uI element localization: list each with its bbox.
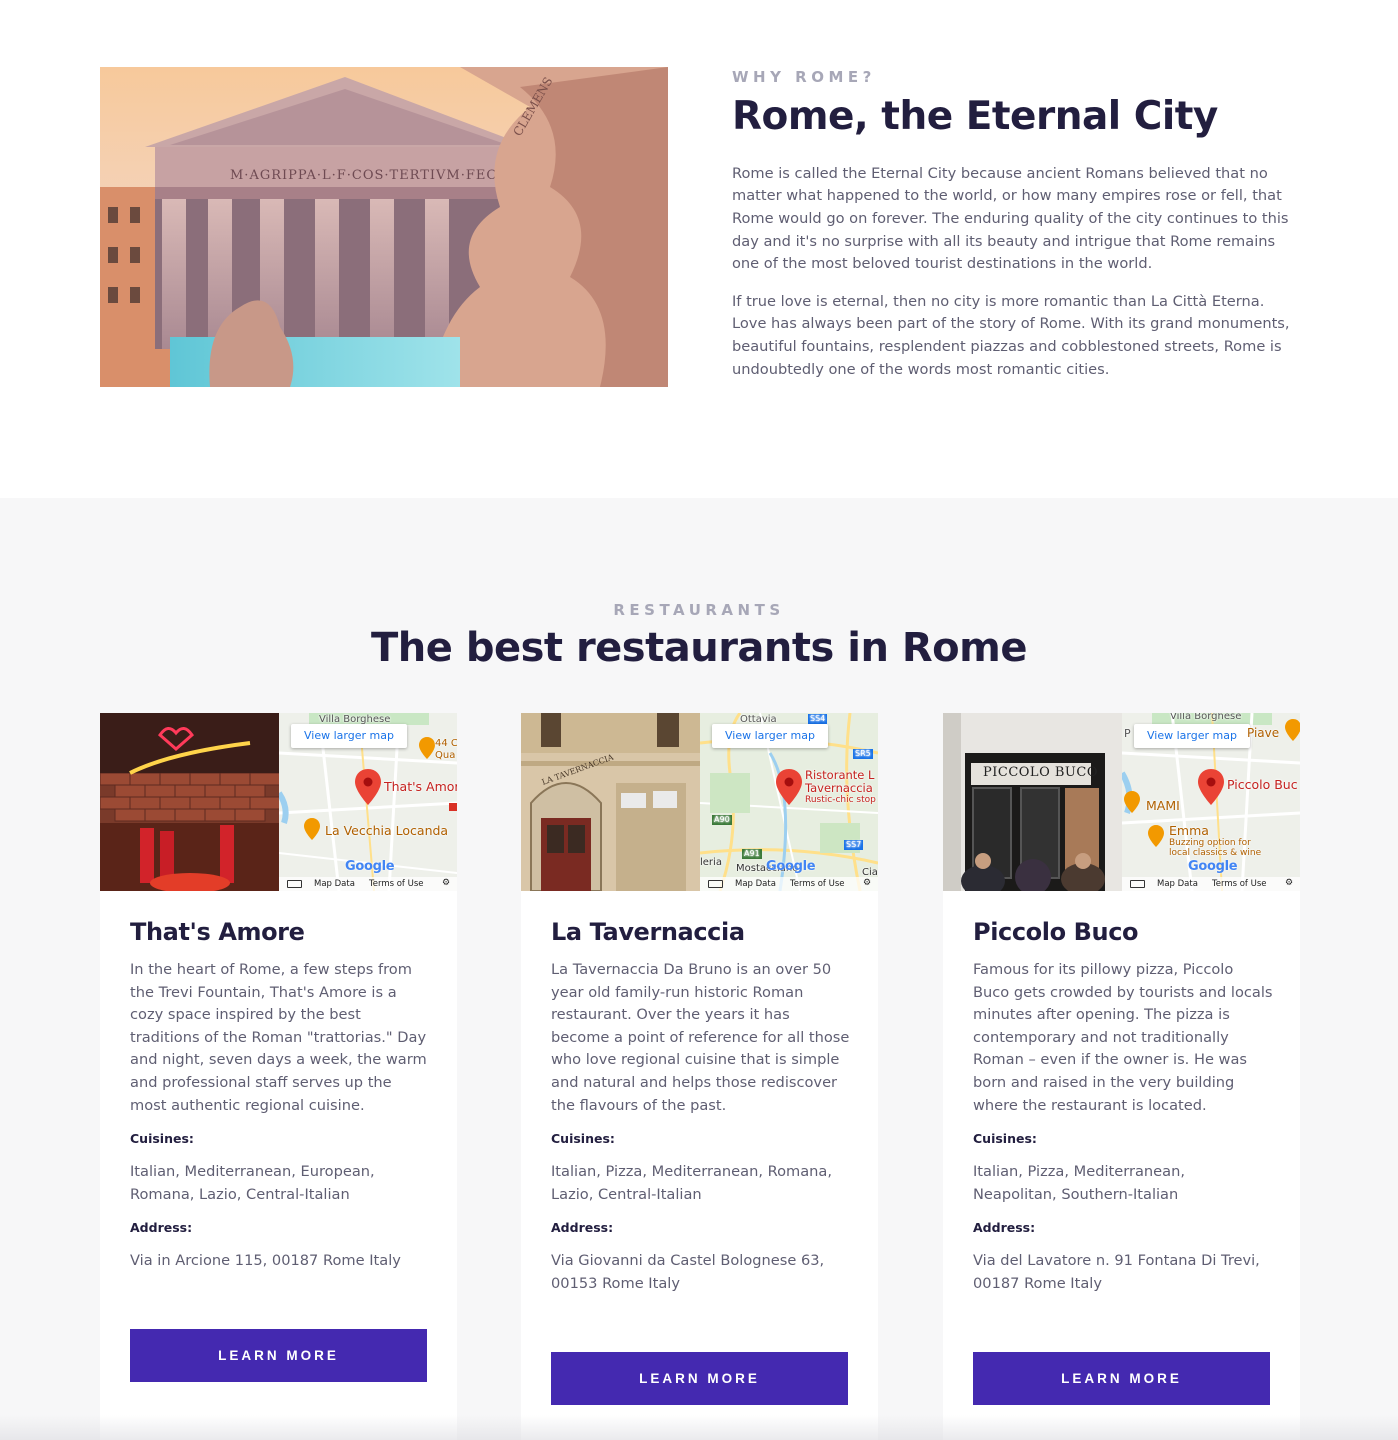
map-footer: Map Data Terms of Use ⚙ [1122, 877, 1300, 891]
cuisines-value: Italian, Pizza, Mediterranean, Romana, L… [551, 1163, 833, 1203]
restaurant-description: In the heart of Rome, a few steps from t… [130, 961, 427, 1114]
address-label: Address: [130, 1220, 193, 1236]
restaurant-sign: PICCOLO BUCO [983, 765, 1098, 780]
map-data-link[interactable]: Map Data [1157, 879, 1198, 889]
restaurant-photo: LA TAVERNACCIA [521, 713, 700, 891]
map-poi-label: MAMI [1146, 798, 1180, 813]
map-data-link[interactable]: Map Data [314, 879, 355, 889]
google-logo: Google [1188, 859, 1238, 874]
restaurant-map[interactable]: Ottavia SS4 SR5 A90 A91 SS7 View larger … [700, 713, 878, 891]
card-body: That's Amore In the heart of Rome, a few… [130, 917, 430, 1273]
map-pin-icon[interactable] [355, 769, 381, 809]
map-pin-label: Piccolo Buc [1227, 777, 1298, 792]
map-pin-label: Ristorante L [805, 768, 875, 782]
map-place-label: P [1124, 727, 1131, 740]
view-larger-map-link[interactable]: View larger map [291, 724, 407, 748]
map-poi-label: Qua [435, 750, 456, 761]
google-logo: Google [345, 859, 395, 874]
card-body: Piccolo Buco Famous for its pillowy pizz… [973, 917, 1273, 1296]
keyboard-icon[interactable] [708, 880, 723, 888]
restaurant-map[interactable]: Villa Borghese View larger map That's Am… [279, 713, 457, 891]
map-place-label: leria [700, 857, 722, 868]
road-shield: A90 [712, 815, 732, 825]
restaurant-poi-icon [1148, 825, 1164, 851]
map-footer: Map Data Terms of Use ⚙ [279, 877, 457, 891]
restaurant-poi-icon [1124, 791, 1140, 817]
learn-more-button[interactable]: LEARN MORE [130, 1329, 427, 1382]
restaurants-eyebrow: RESTAURANTS [613, 601, 785, 619]
map-poi-label: 44 C [435, 738, 457, 749]
why-rome-title: Rome, the Eternal City [732, 94, 1218, 139]
restaurant-card-la-tavernaccia: LA TAVERNACCIA Ottavia SS4 SR5 A90 A91 S… [521, 713, 878, 1440]
map-place-label: Piave [1247, 726, 1280, 740]
google-logo: Google [766, 859, 816, 874]
cuisines-value: Italian, Mediterranean, European, Romana… [130, 1163, 375, 1203]
why-rome-section: M·AGRIPPA·L·F·COS·TERTIVM·FECIT CLEMENS [0, 0, 1398, 498]
restaurant-name: Piccolo Buco [973, 918, 1139, 946]
learn-more-button[interactable]: LEARN MORE [551, 1352, 848, 1405]
cuisines-label: Cuisines: [973, 1131, 1037, 1147]
terms-of-use-link[interactable]: Terms of Use [1212, 879, 1267, 889]
map-pin-icon[interactable] [776, 769, 802, 809]
keyboard-icon[interactable] [287, 880, 302, 888]
map-poi-label: Emma [1169, 823, 1209, 838]
keyboard-icon[interactable] [1130, 880, 1145, 888]
pantheon-fountain-image: M·AGRIPPA·L·F·COS·TERTIVM·FECIT CLEMENS [100, 67, 668, 387]
card-media: PICCOLO BUCO Villa Borghese P View large… [943, 713, 1300, 891]
gear-icon[interactable]: ⚙ [442, 878, 450, 888]
card-body: La Tavernaccia La Tavernaccia Da Bruno i… [551, 917, 851, 1296]
terms-of-use-link[interactable]: Terms of Use [790, 879, 845, 889]
map-pin-icon[interactable] [1198, 769, 1224, 809]
bottom-fade [0, 1415, 1398, 1440]
gear-icon[interactable]: ⚙ [1285, 878, 1293, 888]
road-shield: A91 [742, 849, 762, 859]
map-park-label: Villa Borghese [1170, 713, 1242, 722]
view-larger-map-link[interactable]: View larger map [712, 724, 828, 748]
map-poi-sublabel: Buzzing option for [1169, 838, 1251, 848]
map-poi-sublabel: local classics & wine [1169, 848, 1262, 858]
address-value: Via del Lavatore n. 91 Fontana Di Trevi,… [973, 1252, 1260, 1292]
why-rome-eyebrow: WHY ROME? [732, 68, 876, 86]
restaurant-poi-icon [304, 818, 320, 844]
restaurant-map[interactable]: Villa Borghese P View larger map Piave P… [1122, 713, 1300, 891]
why-rome-paragraph-2: If true love is eternal, then no city is… [732, 292, 1290, 378]
restaurants-title: The best restaurants in Rome [371, 625, 1027, 671]
address-value: Via in Arcione 115, 00187 Rome Italy [130, 1252, 401, 1270]
road-shield: SS7 [844, 840, 864, 850]
cuisines-label: Cuisines: [130, 1131, 194, 1147]
restaurant-name: La Tavernaccia [551, 918, 745, 946]
why-rome-text: WHY ROME? Rome, the Eternal City Rome is… [732, 68, 1302, 381]
card-media: LA TAVERNACCIA Ottavia SS4 SR5 A90 A91 S… [521, 713, 878, 891]
restaurant-poi-icon [1285, 719, 1300, 745]
map-poi-label: La Vecchia Locanda [325, 823, 449, 838]
map-footer: Map Data Terms of Use ⚙ [700, 877, 878, 891]
restaurant-description: Famous for its pillowy pizza, Piccolo Bu… [973, 961, 1273, 1114]
map-pin-sublabel: Rustic-chic stop [805, 795, 876, 805]
why-rome-paragraph-1: Rome is called the Eternal City because … [732, 164, 1289, 273]
map-pin-label: That's Amor [384, 779, 457, 794]
address-value: Via Giovanni da Castel Bolognese 63, 001… [551, 1252, 825, 1292]
card-media: Villa Borghese View larger map That's Am… [100, 713, 457, 891]
restaurant-photo: PICCOLO BUCO [943, 713, 1122, 891]
road-shield: SR5 [853, 749, 873, 759]
address-label: Address: [551, 1220, 614, 1236]
restaurant-card-piccolo-buco: PICCOLO BUCO Villa Borghese P View large… [943, 713, 1300, 1440]
learn-more-button[interactable]: LEARN MORE [973, 1352, 1270, 1405]
map-data-link[interactable]: Map Data [735, 879, 776, 889]
restaurant-name: That's Amore [130, 918, 305, 946]
restaurant-card-thats-amore: Villa Borghese View larger map That's Am… [100, 713, 457, 1440]
view-larger-map-link[interactable]: View larger map [1134, 724, 1250, 748]
road-shield: SS4 [808, 714, 828, 724]
cuisines-label: Cuisines: [551, 1131, 615, 1147]
restaurant-poi-icon [419, 737, 435, 763]
cuisines-value: Italian, Pizza, Mediterranean, Neapolita… [973, 1163, 1185, 1203]
address-label: Address: [973, 1220, 1036, 1236]
pantheon-inscription: M·AGRIPPA·L·F·COS·TERTIVM·FECIT [230, 168, 513, 183]
terms-of-use-link[interactable]: Terms of Use [369, 879, 424, 889]
map-pin-label: Tavernaccia [805, 781, 873, 795]
restaurants-section: RESTAURANTS The best restaurants in Rome [0, 498, 1398, 1440]
restaurant-photo [100, 713, 279, 891]
restaurant-description: La Tavernaccia Da Bruno is an over 50 ye… [551, 961, 850, 1114]
gear-icon[interactable]: ⚙ [863, 878, 871, 888]
